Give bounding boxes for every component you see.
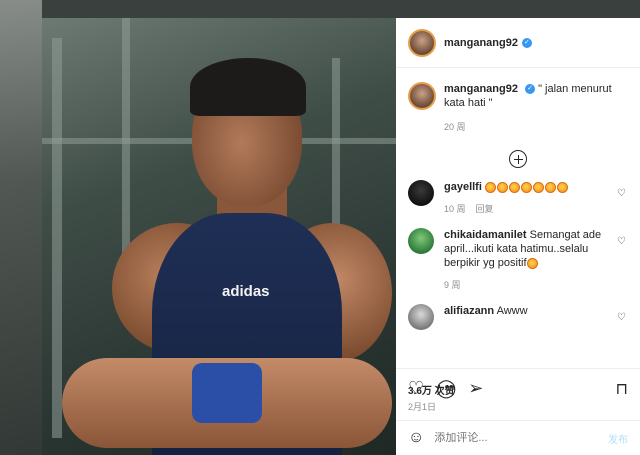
background-photo-strip [42, 0, 640, 18]
author-username[interactable]: manganang92 [444, 37, 518, 49]
emoji-icon [526, 257, 538, 269]
avatar[interactable] [408, 180, 434, 206]
like-count[interactable]: 3.6万 次赞 [408, 382, 455, 397]
avatar[interactable] [408, 304, 434, 330]
comment-emojis [484, 181, 569, 193]
load-more-comments[interactable] [396, 150, 640, 168]
emoji-icon [508, 181, 520, 193]
emoji-icon [496, 181, 508, 193]
post-header: manganang92 ✓ [396, 18, 640, 68]
emoji-icon [544, 181, 556, 193]
shirt-logo: adidas [222, 283, 270, 300]
emoji-icon[interactable]: ☺ [408, 429, 424, 447]
background-photo-edge [0, 0, 42, 455]
avatar[interactable] [408, 82, 436, 110]
post-sidebar: manganang92 ✓ manganang92 ✓ " jalan menu… [396, 18, 640, 455]
emoji-icon [556, 181, 568, 193]
comment-item: alifiazann Awww ♡ [396, 292, 640, 330]
post-date: 2月1日 [408, 402, 437, 412]
comment-text: Awww [496, 305, 528, 317]
comment-item: gayellfi 10 周回复 ♡ [396, 168, 640, 216]
comment-input[interactable] [434, 432, 608, 444]
emoji-icon [484, 181, 496, 193]
caption-username[interactable]: manganang92 [444, 83, 518, 95]
comment-age: 9 周 [444, 280, 461, 290]
hair [190, 58, 306, 116]
caption-block: manganang92 ✓ " jalan menurut kata hati … [396, 68, 640, 134]
avatar[interactable] [408, 228, 434, 254]
post-comment-button[interactable]: 发布 [608, 431, 628, 446]
verified-badge-icon: ✓ [525, 84, 536, 95]
avatar[interactable] [408, 28, 436, 57]
emoji-icon [520, 181, 532, 193]
add-comment-bar: ☺ 发布 [396, 420, 640, 455]
comment-age: 10 周 [444, 204, 466, 214]
comment-username[interactable]: chikaidamanilet [444, 229, 527, 241]
caption-age: 20 周 [444, 122, 466, 132]
reply-link[interactable]: 回复 [476, 204, 494, 214]
comment-like-heart-icon[interactable]: ♡ [617, 188, 626, 199]
load-more-icon[interactable] [509, 150, 527, 168]
wrist-wrap [192, 363, 262, 423]
comment-like-heart-icon[interactable]: ♡ [617, 236, 626, 247]
bookmark-icon[interactable]: ⊓ [616, 379, 628, 399]
share-icon[interactable]: ➢ [468, 379, 483, 397]
emoji-icon [532, 181, 544, 193]
comment-item: chikaidamanilet Semangat ade april...iku… [396, 216, 640, 292]
comment-username[interactable]: alifiazann [444, 305, 494, 317]
comment-like-heart-icon[interactable]: ♡ [617, 312, 626, 323]
post-photo: adidas [42, 18, 396, 455]
comment-username[interactable]: gayellfi [444, 181, 482, 193]
gym-rack [52, 38, 62, 438]
verified-badge-icon: ✓ [521, 37, 532, 48]
comment-list[interactable]: manganang92 ✓ " jalan menurut kata hati … [396, 68, 640, 368]
